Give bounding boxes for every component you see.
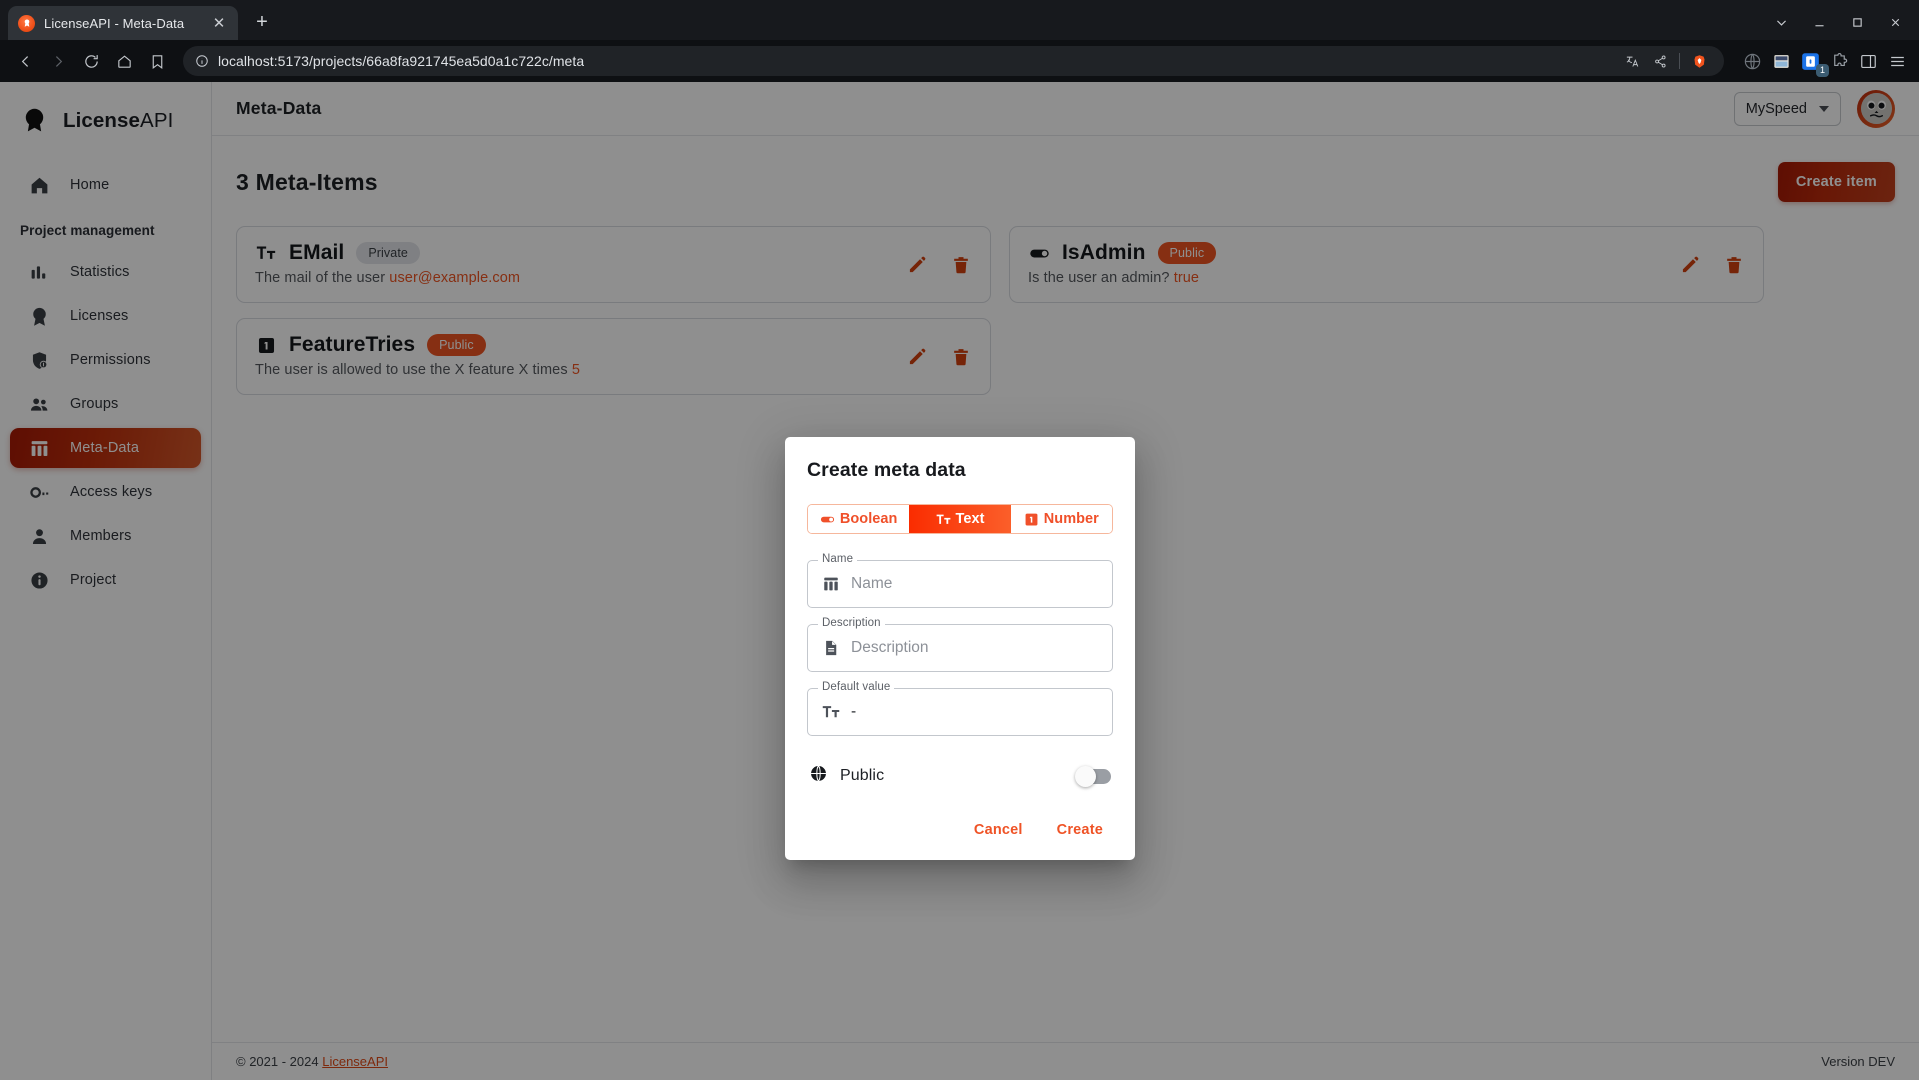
document-icon xyxy=(822,639,840,657)
name-field: Name xyxy=(807,553,1113,608)
site-info-icon[interactable] xyxy=(195,54,209,68)
maximize-icon[interactable] xyxy=(1839,8,1875,36)
tab-title: LicenseAPI - Meta-Data xyxy=(44,15,185,31)
browser-window: LicenseAPI - Meta-Data ✕ + localhost:517… xyxy=(0,0,1919,1080)
type-option-label: Boolean xyxy=(839,511,898,527)
public-toggle-label: Public xyxy=(840,767,885,784)
forward-icon[interactable] xyxy=(43,46,73,76)
dialog-title: Create meta data xyxy=(807,459,966,481)
public-toggle-switch[interactable] xyxy=(1075,765,1111,787)
tab-strip: LicenseAPI - Meta-Data ✕ + xyxy=(0,0,1919,40)
bookmark-icon[interactable] xyxy=(142,46,172,76)
translate-icon[interactable] xyxy=(1619,48,1645,74)
type-option-label: Number xyxy=(1043,511,1099,527)
meta-data-icon xyxy=(822,575,840,593)
type-option-text[interactable]: Text xyxy=(909,505,1011,533)
browser-toolbar: localhost:5173/projects/66a8fa921745ea5d… xyxy=(0,40,1919,82)
name-input[interactable] xyxy=(851,575,1098,593)
window-controls xyxy=(1763,8,1919,40)
address-bar[interactable]: localhost:5173/projects/66a8fa921745ea5d… xyxy=(183,46,1724,76)
brave-shields-icon[interactable] xyxy=(1686,48,1712,74)
name-field-box[interactable] xyxy=(807,560,1113,608)
close-window-icon[interactable] xyxy=(1877,8,1913,36)
url-text: localhost:5173/projects/66a8fa921745ea5d… xyxy=(218,53,585,69)
public-toggle-row: Public xyxy=(807,752,1113,792)
type-selector: Boolean Text Number xyxy=(807,504,1113,534)
address-bar-actions xyxy=(1619,48,1712,74)
licenseapi-favicon xyxy=(18,14,35,32)
dialog-actions: Cancel Create xyxy=(807,792,1113,846)
default-value-field-box[interactable]: - xyxy=(807,688,1113,736)
toggle-knob xyxy=(1075,765,1096,787)
default-value-field-legend: Default value xyxy=(818,681,895,693)
share-icon[interactable] xyxy=(1647,48,1673,74)
extensions-area: 1 xyxy=(1735,49,1909,77)
back-icon[interactable] xyxy=(10,46,40,76)
text-type-icon xyxy=(822,703,840,721)
type-option-boolean[interactable]: Boolean xyxy=(808,505,910,533)
number-type-icon xyxy=(1024,512,1039,527)
text-type-icon xyxy=(936,512,951,527)
description-field-legend: Description xyxy=(818,617,885,629)
description-input[interactable] xyxy=(851,639,1098,657)
page-viewport: LicenseAPI Home Project management Stati… xyxy=(0,82,1919,1080)
globe-extension-icon[interactable] xyxy=(1740,49,1764,73)
browser-tab[interactable]: LicenseAPI - Meta-Data ✕ xyxy=(8,6,238,40)
home-icon[interactable] xyxy=(109,46,139,76)
new-tab-button[interactable]: + xyxy=(247,7,277,37)
type-option-number[interactable]: Number xyxy=(1010,505,1112,533)
cancel-button[interactable]: Cancel xyxy=(964,814,1033,846)
create-meta-data-dialog: Create meta data Boolean Text Number Nam… xyxy=(785,437,1135,860)
image-extension-icon[interactable] xyxy=(1769,49,1793,73)
browser-menu-icon[interactable] xyxy=(1885,49,1909,73)
boolean-type-icon xyxy=(820,512,835,527)
divider xyxy=(1679,53,1680,69)
globe-icon xyxy=(809,764,828,788)
reload-icon[interactable] xyxy=(76,46,106,76)
default-value-field: Default value - xyxy=(807,681,1113,736)
minimize-icon[interactable] xyxy=(1801,8,1837,36)
close-icon[interactable]: ✕ xyxy=(210,14,228,32)
default-value-text: - xyxy=(851,703,857,720)
puzzle-extensions-icon[interactable] xyxy=(1827,49,1851,73)
name-field-legend: Name xyxy=(818,553,858,565)
description-field-box[interactable] xyxy=(807,624,1113,672)
description-field: Description xyxy=(807,617,1113,672)
create-button[interactable]: Create xyxy=(1047,814,1113,846)
chevron-down-icon[interactable] xyxy=(1763,8,1799,36)
sidebar-toggle-icon[interactable] xyxy=(1856,49,1880,73)
password-manager-extension-icon[interactable]: 1 xyxy=(1798,49,1829,77)
type-option-label: Text xyxy=(955,511,985,527)
